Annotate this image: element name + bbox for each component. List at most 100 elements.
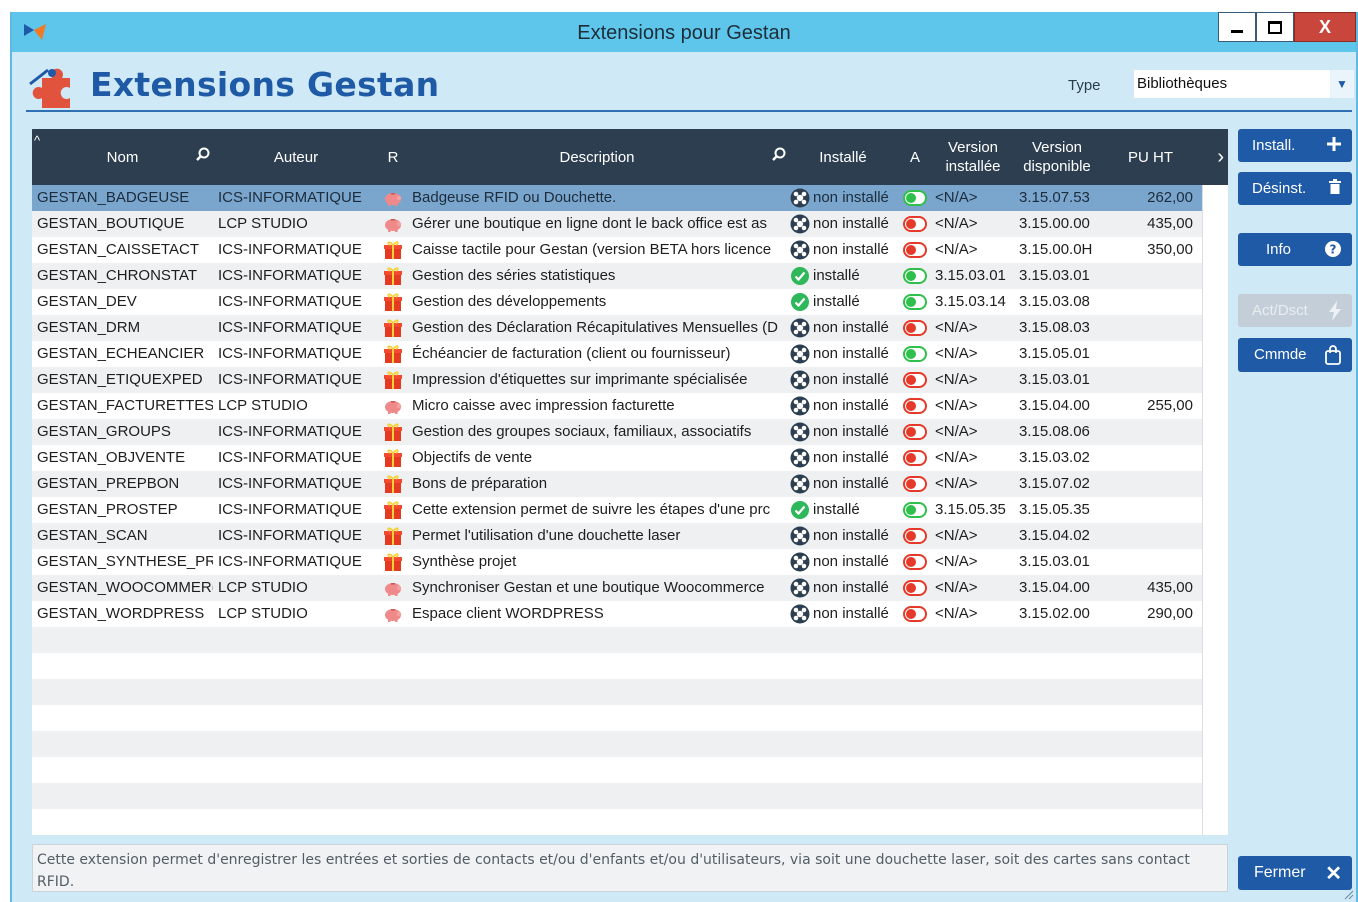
- table-row[interactable]: GESTAN_GROUPS ICS-INFORMATIQUE Gestion des…: [32, 419, 1202, 445]
- toggle-on-icon[interactable]: [903, 294, 927, 311]
- toggle-off-icon[interactable]: [903, 398, 927, 415]
- toggle-off-icon[interactable]: [903, 320, 927, 337]
- table-row[interactable]: GESTAN_ECHEANCIER ICS-INFORMATIQUE Échéanc…: [32, 341, 1202, 367]
- table-row[interactable]: GESTAN_OBJVENTE ICS-INFORMATIQUE Objectifs…: [32, 445, 1202, 471]
- cell-active-container[interactable]: [899, 419, 931, 445]
- title-bar[interactable]: Extensions pour Gestan X: [12, 12, 1356, 52]
- toggle-on-icon[interactable]: [903, 268, 927, 285]
- column-header-pu-ht[interactable]: PU HT: [1099, 129, 1202, 185]
- search-nom-icon[interactable]: [196, 147, 210, 161]
- table-row[interactable]: GESTAN_DRM ICS-INFORMATIQUE Gestion des Dé…: [32, 315, 1202, 341]
- cell-active-container[interactable]: [899, 471, 931, 497]
- cell-description: Synchroniser Gestan et une boutique Wooc…: [412, 579, 765, 596]
- table-row[interactable]: GESTAN_PROSTEP ICS-INFORMATIQUE Cette exte…: [32, 497, 1202, 523]
- cell-active-container[interactable]: [899, 549, 931, 575]
- cell-auteur: ICS-INFORMATIQUE: [218, 293, 362, 310]
- close-button[interactable]: Fermer ✕: [1238, 856, 1352, 890]
- minimize-icon: [1231, 29, 1243, 33]
- toggle-off-icon[interactable]: [903, 450, 927, 467]
- cell-status-container: non installé: [787, 367, 899, 393]
- gift-icon: [384, 553, 402, 572]
- cell-r-container: [379, 549, 407, 575]
- maximize-button[interactable]: [1256, 12, 1294, 42]
- toggle-off-icon[interactable]: [903, 528, 927, 545]
- cell-active-container[interactable]: [899, 237, 931, 263]
- column-header-installe[interactable]: Installé: [787, 129, 899, 185]
- cell-pu-container: [1099, 263, 1202, 289]
- table-row[interactable]: GESTAN_SCAN ICS-INFORMATIQUE Permet l'util…: [32, 523, 1202, 549]
- scroll-right-icon[interactable]: ›: [1217, 146, 1224, 169]
- activate-deactivate-button[interactable]: Act/Dsct: [1238, 294, 1352, 327]
- table-row[interactable]: GESTAN_ETIQUEXPED ICS-INFORMATIQUE Impress…: [32, 367, 1202, 393]
- not-installed-icon: [790, 370, 810, 390]
- cell-active-container[interactable]: [899, 367, 931, 393]
- toggle-off-icon[interactable]: [903, 606, 927, 623]
- type-dropdown[interactable]: Bibliothèques ▼: [1134, 70, 1354, 98]
- toggle-off-icon[interactable]: [903, 216, 927, 233]
- column-header-version-installee[interactable]: Version installée: [931, 129, 1015, 185]
- uninstall-button[interactable]: Désinst.: [1238, 172, 1352, 205]
- close-window-button[interactable]: X: [1294, 12, 1356, 42]
- cell-active-container[interactable]: [899, 575, 931, 601]
- cell-active-container[interactable]: [899, 211, 931, 237]
- table-row[interactable]: GESTAN_SYNTHESE_PR ICS-INFORMATIQUE Synthè…: [32, 549, 1202, 575]
- toggle-off-icon[interactable]: [903, 242, 927, 259]
- table-row[interactable]: GESTAN_BOUTIQUE LCP STUDIO Gérer une bouti…: [32, 211, 1202, 237]
- gift-icon: [384, 449, 402, 468]
- table-row[interactable]: GESTAN_CHRONSTAT ICS-INFORMATIQUE Gestion …: [32, 263, 1202, 289]
- info-button[interactable]: Info ?: [1238, 233, 1352, 266]
- toggle-off-icon[interactable]: [903, 476, 927, 493]
- cell-active-container[interactable]: [899, 263, 931, 289]
- install-button[interactable]: Install.: [1238, 129, 1352, 162]
- toggle-off-icon[interactable]: [903, 424, 927, 441]
- minimize-button[interactable]: [1218, 12, 1256, 42]
- gift-icon: [384, 319, 402, 338]
- not-installed-icon: [790, 344, 810, 364]
- column-header-nom[interactable]: Nom: [32, 129, 213, 185]
- cell-active-container[interactable]: [899, 601, 931, 627]
- column-header-a[interactable]: A: [899, 129, 931, 185]
- cell-status: non installé: [813, 605, 889, 622]
- cell-pu-container: 435,00: [1099, 575, 1202, 601]
- cell-auteur-container: ICS-INFORMATIQUE: [213, 315, 379, 341]
- cell-active-container[interactable]: [899, 445, 931, 471]
- table-row[interactable]: GESTAN_BADGEUSE ICS-INFORMATIQUE Badgeuse …: [32, 185, 1202, 211]
- table-row[interactable]: GESTAN_WORDPRESS LCP STUDIO Espace client …: [32, 601, 1202, 627]
- table-row[interactable]: GESTAN_PREPBON ICS-INFORMATIQUE Bons de pr…: [32, 471, 1202, 497]
- column-header-auteur[interactable]: Auteur: [213, 129, 379, 185]
- column-header-version-disponible[interactable]: Version disponible: [1015, 129, 1099, 185]
- cell-v_disp: 3.15.03.01: [1019, 553, 1090, 570]
- cell-active-container[interactable]: [899, 523, 931, 549]
- table-row[interactable]: GESTAN_DEV ICS-INFORMATIQUE Gestion des dé…: [32, 289, 1202, 315]
- toggle-off-icon[interactable]: [903, 554, 927, 571]
- column-header-version-installee-label: Version installée: [945, 139, 1001, 175]
- resize-grip-icon[interactable]: [1344, 890, 1354, 900]
- toggle-off-icon[interactable]: [903, 372, 927, 389]
- column-header-description[interactable]: Description: [407, 129, 787, 185]
- cell-status-container: non installé: [787, 185, 899, 211]
- cell-active-container[interactable]: [899, 185, 931, 211]
- cell-pu-container: 350,00: [1099, 237, 1202, 263]
- search-description-icon[interactable]: [772, 147, 786, 161]
- toggle-off-icon[interactable]: [903, 580, 927, 597]
- cell-active-container[interactable]: [899, 315, 931, 341]
- toggle-on-icon[interactable]: [903, 190, 927, 207]
- cell-active-container[interactable]: [899, 289, 931, 315]
- empty-table-row: [32, 705, 1202, 731]
- order-button[interactable]: Cmmde: [1238, 338, 1352, 372]
- toggle-on-icon[interactable]: [903, 502, 927, 519]
- table-row[interactable]: GESTAN_CAISSETACT ICS-INFORMATIQUE Caisse …: [32, 237, 1202, 263]
- cell-active-container[interactable]: [899, 341, 931, 367]
- chevron-down-icon[interactable]: ▼: [1330, 70, 1354, 98]
- cell-active-container[interactable]: [899, 497, 931, 523]
- cell-auteur: LCP STUDIO: [218, 579, 308, 596]
- table-row[interactable]: GESTAN_WOOCOMMER(LCP STUDIO Synchroniser …: [32, 575, 1202, 601]
- table-row[interactable]: GESTAN_FACTURETTES LCP STUDIO Micro caisse…: [32, 393, 1202, 419]
- cell-description-container: Permet l'utilisation d'une douchette las…: [407, 523, 787, 549]
- cell-status-container: installé: [787, 263, 899, 289]
- column-header-r[interactable]: R: [379, 129, 407, 185]
- toggle-on-icon[interactable]: [903, 346, 927, 363]
- cell-v_inst-container: <N/A>: [931, 471, 1015, 497]
- cell-pu: 435,00: [1147, 579, 1193, 596]
- cell-active-container[interactable]: [899, 393, 931, 419]
